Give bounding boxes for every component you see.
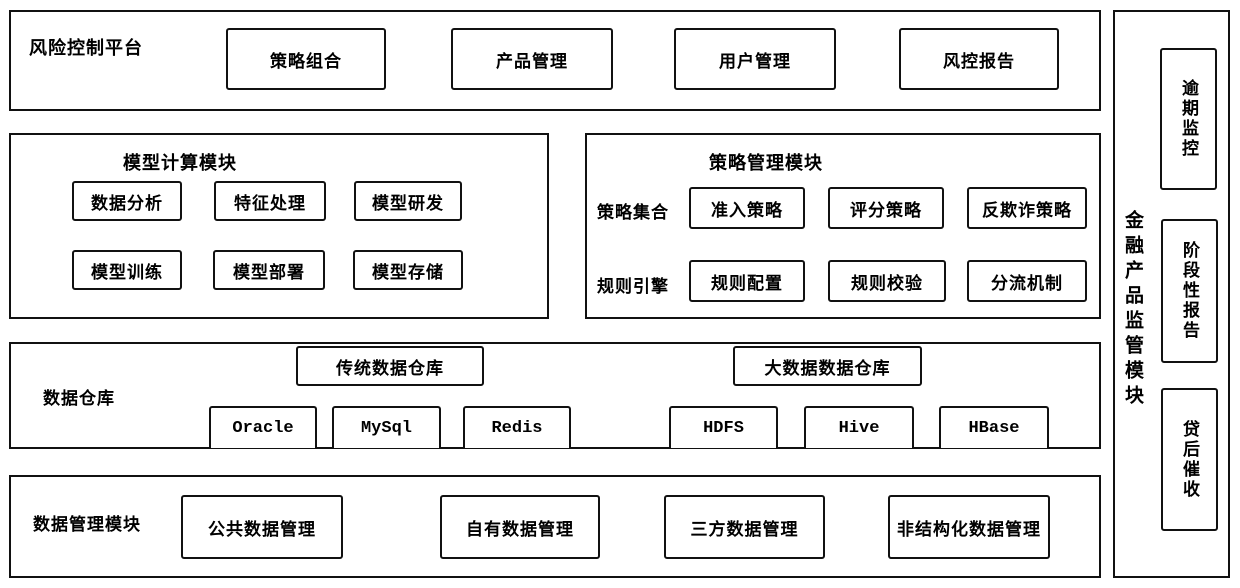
model-computation-panel: 模型计算模块 数据分析 特征处理 模型研发 模型训练 模型部署 模型存储 — [9, 133, 549, 319]
data-management-title: 数据管理模块 — [33, 515, 141, 535]
strategy-management-panel: 策略管理模块 策略集合 准入策略 评分策略 反欺诈策略 规则引擎 规则配置 规则… — [585, 133, 1101, 319]
data-item-public[interactable]: 公共数据管理 — [181, 495, 343, 559]
strategy-item-scoring[interactable]: 评分策略 — [828, 187, 944, 229]
supervision-item-post-loan-collection-label: 贷后催收 — [1179, 419, 1199, 500]
rule-item-traffic-splitting[interactable]: 分流机制 — [967, 260, 1087, 302]
model-item-model-storage[interactable]: 模型存储 — [353, 250, 463, 290]
risk-control-platform-title: 风险控制平台 — [29, 38, 143, 59]
supervision-module-title: 金融产品监管模块 — [1122, 210, 1144, 410]
supervision-module-panel: 金融产品监管模块 逾期监控 阶段性报告 贷后催收 — [1113, 10, 1230, 578]
strategy-item-admission[interactable]: 准入策略 — [689, 187, 805, 229]
data-item-unstructured[interactable]: 非结构化数据管理 — [888, 495, 1050, 559]
bigdata-warehouse-header[interactable]: 大数据数据仓库 — [733, 346, 922, 386]
supervision-item-periodic-report-label: 阶段性报告 — [1179, 241, 1199, 341]
rule-engine-label: 规则引擎 — [597, 277, 669, 297]
risk-item-product-management[interactable]: 产品管理 — [451, 28, 613, 90]
model-item-model-training[interactable]: 模型训练 — [72, 250, 182, 290]
warehouse-item-hbase[interactable]: HBase — [939, 406, 1049, 448]
data-item-proprietary[interactable]: 自有数据管理 — [440, 495, 600, 559]
risk-control-platform-panel: 风险控制平台 策略组合 产品管理 用户管理 风控报告 — [9, 10, 1101, 111]
strategy-set-label: 策略集合 — [597, 203, 669, 223]
data-warehouse-title: 数据仓库 — [43, 389, 115, 409]
rule-item-configuration[interactable]: 规则配置 — [689, 260, 805, 302]
supervision-item-post-loan-collection[interactable]: 贷后催收 — [1161, 388, 1218, 531]
strategy-management-title: 策略管理模块 — [709, 153, 823, 174]
warehouse-item-mysql[interactable]: MySql — [332, 406, 441, 448]
warehouse-item-hdfs[interactable]: HDFS — [669, 406, 778, 448]
risk-item-strategy-combo[interactable]: 策略组合 — [226, 28, 386, 90]
supervision-item-overdue-monitoring[interactable]: 逾期监控 — [1160, 48, 1217, 190]
warehouse-item-oracle[interactable]: Oracle — [209, 406, 317, 448]
supervision-item-overdue-monitoring-label: 逾期监控 — [1178, 79, 1198, 159]
strategy-item-anti-fraud[interactable]: 反欺诈策略 — [967, 187, 1087, 229]
warehouse-item-redis[interactable]: Redis — [463, 406, 571, 448]
risk-item-user-management[interactable]: 用户管理 — [674, 28, 836, 90]
warehouse-item-hive[interactable]: Hive — [804, 406, 914, 448]
data-item-third-party[interactable]: 三方数据管理 — [664, 495, 825, 559]
model-item-feature-processing[interactable]: 特征处理 — [214, 181, 326, 221]
model-computation-title: 模型计算模块 — [123, 153, 237, 174]
model-item-model-deployment[interactable]: 模型部署 — [213, 250, 325, 290]
model-item-model-development[interactable]: 模型研发 — [354, 181, 462, 221]
data-management-panel: 数据管理模块 公共数据管理 自有数据管理 三方数据管理 非结构化数据管理 — [9, 475, 1101, 578]
model-item-data-analysis[interactable]: 数据分析 — [72, 181, 182, 221]
data-warehouse-panel: 数据仓库 传统数据仓库 Oracle MySql Redis 大数据数据仓库 H… — [9, 342, 1101, 449]
supervision-item-periodic-report[interactable]: 阶段性报告 — [1161, 219, 1218, 363]
risk-item-risk-report[interactable]: 风控报告 — [899, 28, 1059, 90]
rule-item-validation[interactable]: 规则校验 — [828, 260, 946, 302]
traditional-warehouse-header[interactable]: 传统数据仓库 — [296, 346, 484, 386]
